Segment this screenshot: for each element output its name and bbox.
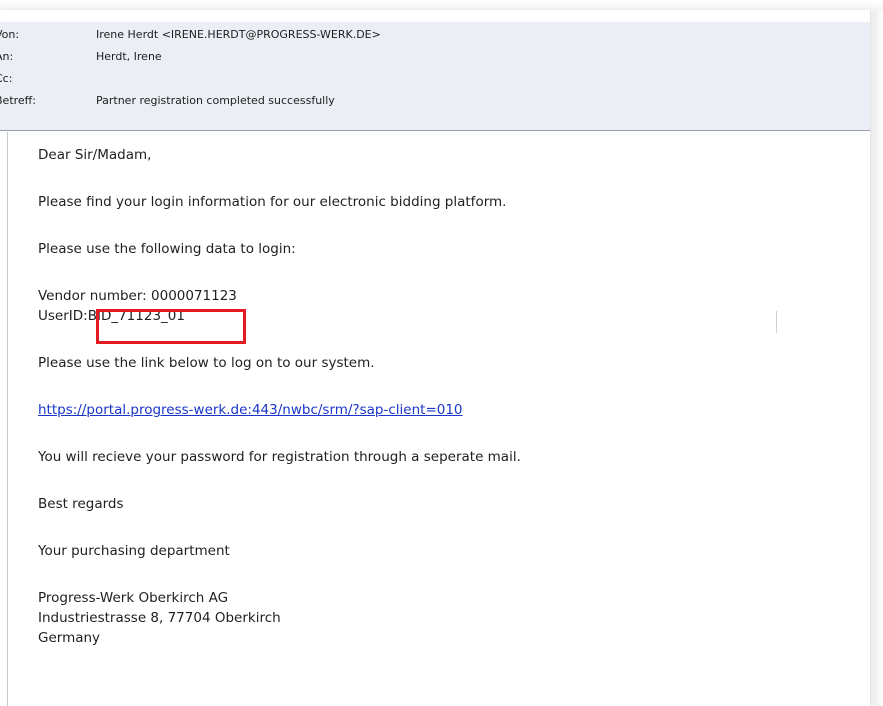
window-shadow-right [869, 10, 883, 706]
link-intro-paragraph: Please use the link below to log on to o… [38, 355, 375, 371]
portal-link[interactable]: https://portal.progress-werk.de:443/nwbc… [38, 402, 463, 418]
regards-line: Best regards [38, 496, 124, 512]
text-cursor [776, 311, 777, 333]
from-label: Von: [0, 28, 20, 41]
email-header: Von: Irene Herdt <IRENE.HERDT@PROGRESS-W… [0, 22, 870, 131]
to-label: An: [0, 50, 14, 63]
pane-border [7, 132, 8, 706]
window-shadow-top [0, 0, 883, 10]
vendor-number-line: Vendor number: 0000071123 [38, 288, 237, 304]
from-value[interactable]: Irene Herdt <IRENE.HERDT@PROGRESS-WERK.D… [96, 26, 381, 44]
password-note-paragraph: You will recieve your password for regis… [38, 449, 521, 465]
company-name: Progress-Werk Oberkirch AG [38, 590, 229, 606]
userid-highlight-box [96, 309, 246, 344]
userid-label: UserID: [38, 308, 88, 324]
email-reading-pane: Von: Irene Herdt <IRENE.HERDT@PROGRESS-W… [0, 10, 871, 706]
cc-label: Cc: [0, 72, 13, 85]
to-value[interactable]: Herdt, Irene [96, 48, 162, 66]
company-country: Germany [38, 630, 101, 646]
data-intro-paragraph: Please use the following data to login: [38, 241, 296, 257]
subject-label: Betreff: [0, 94, 36, 107]
department-line: Your purchasing department [38, 543, 230, 559]
company-address: Industriestrasse 8, 77704 Oberkirch [38, 610, 281, 626]
greeting: Dear Sir/Madam, [38, 147, 152, 163]
portal-link-line: https://portal.progress-werk.de:443/nwbc… [38, 400, 463, 420]
subject-value: Partner registration completed successfu… [96, 94, 335, 107]
intro-paragraph: Please find your login information for o… [38, 194, 507, 210]
